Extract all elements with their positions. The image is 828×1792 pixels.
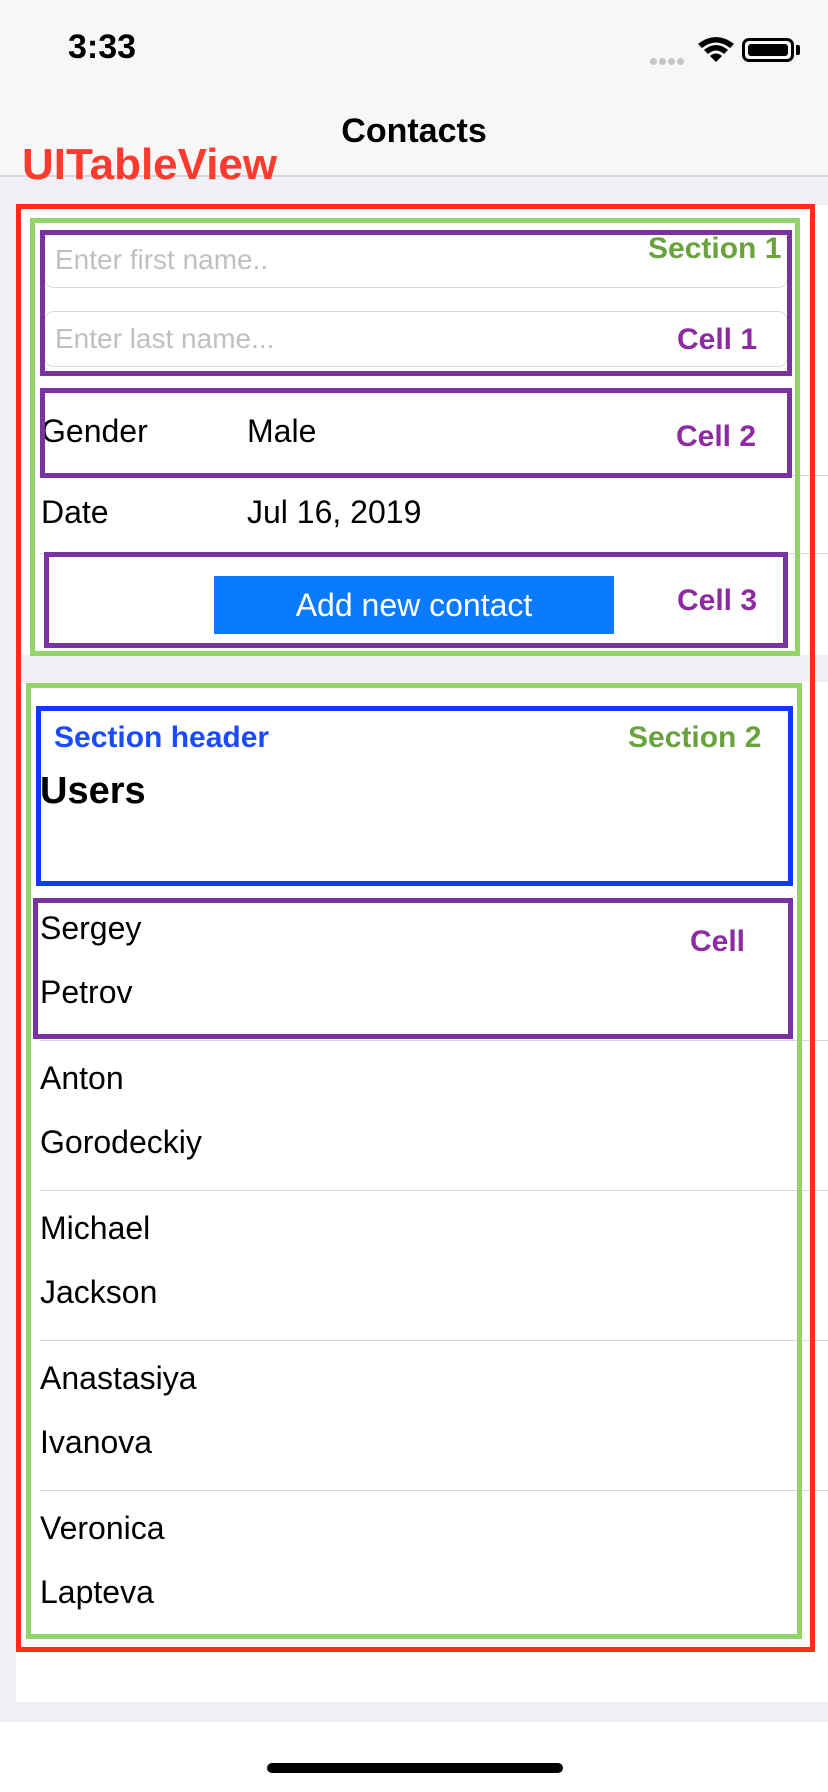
status-time: 3:33 — [68, 28, 137, 66]
cell-2-annotation: Cell 2 — [676, 420, 757, 453]
tableview-annotation: UITableView — [22, 140, 278, 189]
battery-nub — [796, 45, 800, 55]
cellular-signal-icon — [650, 52, 690, 65]
home-indicator[interactable] — [267, 1763, 563, 1773]
cell-3-annotation: Cell 3 — [677, 584, 758, 617]
cell-outline — [33, 898, 793, 1039]
battery-icon — [742, 38, 794, 62]
bottom-safe-area — [0, 1722, 828, 1792]
cell-1-annotation: Cell 1 — [677, 323, 758, 356]
wifi-icon — [696, 34, 736, 64]
section-header-annotation: Section header — [54, 721, 270, 754]
cell-annotation: Cell — [690, 925, 746, 958]
